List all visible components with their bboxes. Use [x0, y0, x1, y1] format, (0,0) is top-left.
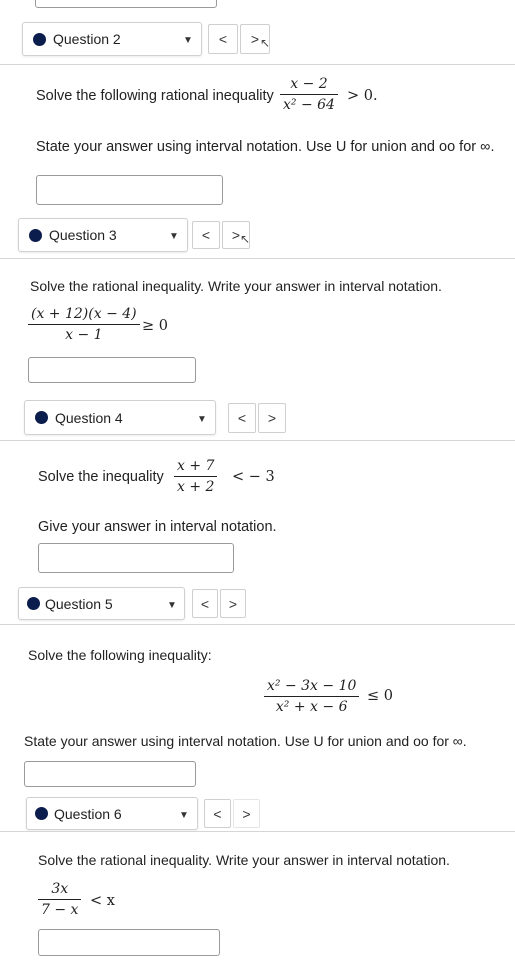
question-label: Question 4 — [55, 409, 123, 426]
divider — [0, 831, 515, 832]
answer-instruction: Give your answer in interval notation. — [38, 519, 277, 535]
question-selector-q6[interactable]: Question 6 ▼ — [26, 797, 198, 830]
answer-input-q3[interactable] — [28, 357, 196, 383]
prev-question-button[interactable]: < — [192, 221, 220, 249]
prev-question-button[interactable]: < — [228, 403, 256, 433]
inequality-relation: ≥ 0 — [142, 318, 168, 334]
question-label: Question 2 — [53, 31, 121, 47]
rational-expression: 3x 7 − x — [38, 881, 82, 918]
divider — [0, 64, 515, 65]
inequality-relation: < − 3 — [232, 469, 275, 485]
question-status-dot — [29, 228, 42, 242]
question-status-dot — [27, 597, 40, 610]
denominator: 7 − x — [41, 902, 79, 918]
divider — [0, 624, 515, 625]
question-selector-q4[interactable]: Question 4 ▼ — [24, 400, 216, 435]
prev-question-button[interactable]: < — [208, 24, 238, 54]
numerator: x² − 3x − 10 — [267, 678, 357, 694]
answer-instruction: State your answer using interval notatio… — [24, 733, 467, 749]
next-question-button[interactable]: > — [258, 403, 286, 433]
question-prompt: Solve the inequality — [38, 469, 164, 485]
inequality-relation: ≤ 0 — [367, 688, 393, 704]
answer-input-q5[interactable] — [24, 761, 196, 787]
question-status-dot — [33, 32, 46, 46]
divider — [0, 258, 515, 259]
numerator: x − 2 — [290, 76, 328, 92]
mouse-cursor-icon: ↖ — [260, 36, 271, 50]
denominator: x² + x − 6 — [275, 699, 348, 715]
question-prompt: Solve the following inequality: — [28, 647, 212, 663]
denominator: x² − 64 — [283, 97, 335, 113]
mouse-cursor-icon: ↖ — [240, 232, 251, 246]
question-label: Question 6 — [54, 805, 122, 822]
question-selector-q5[interactable]: Question 5 ▼ — [18, 587, 185, 620]
rational-expression: x + 7 x + 2 — [174, 458, 218, 495]
answer-input-q6[interactable] — [38, 929, 220, 956]
answer-input-q1[interactable] — [35, 0, 217, 8]
question-prompt: Solve the rational inequality. Write you… — [38, 852, 450, 868]
question-status-dot — [35, 807, 48, 820]
denominator: x + 2 — [177, 479, 215, 495]
prev-question-button[interactable]: < — [204, 799, 231, 828]
question-prompt: Solve the following rational inequality — [36, 88, 274, 104]
rational-expression: x − 2 x² − 64 — [280, 76, 338, 113]
numerator: x + 7 — [177, 458, 215, 474]
next-question-button[interactable]: > — [233, 799, 260, 828]
numerator: (x + 12)(x − 4) — [31, 306, 137, 322]
next-question-button[interactable]: > — [220, 589, 246, 618]
dropdown-caret-icon: ▼ — [197, 414, 207, 425]
question-status-dot — [35, 411, 48, 424]
inequality-relation: > 0. — [347, 88, 378, 104]
rational-expression: x² − 3x − 10 x² + x − 6 — [264, 678, 360, 715]
divider — [0, 440, 515, 441]
question-selector-q2[interactable]: Question 2 ▼ — [22, 22, 202, 56]
question-prompt: Solve the rational inequality. Write you… — [30, 278, 442, 294]
question-label: Question 3 — [49, 227, 117, 243]
answer-instruction: State your answer using interval notatio… — [36, 139, 495, 155]
dropdown-caret-icon: ▼ — [179, 810, 189, 821]
dropdown-caret-icon: ▼ — [183, 35, 193, 46]
numerator: 3x — [51, 881, 69, 897]
dropdown-caret-icon: ▼ — [167, 600, 177, 611]
dropdown-caret-icon: ▼ — [169, 231, 179, 242]
rational-expression: (x + 12)(x − 4) x − 1 — [28, 306, 140, 343]
inequality-relation: < x — [90, 893, 115, 909]
prev-question-button[interactable]: < — [192, 589, 218, 618]
answer-input-q4[interactable] — [38, 543, 234, 573]
question-selector-q3[interactable]: Question 3 ▼ — [18, 218, 188, 252]
answer-input-q2[interactable] — [36, 175, 223, 205]
question-label: Question 5 — [45, 595, 113, 612]
denominator: x − 1 — [65, 327, 103, 343]
